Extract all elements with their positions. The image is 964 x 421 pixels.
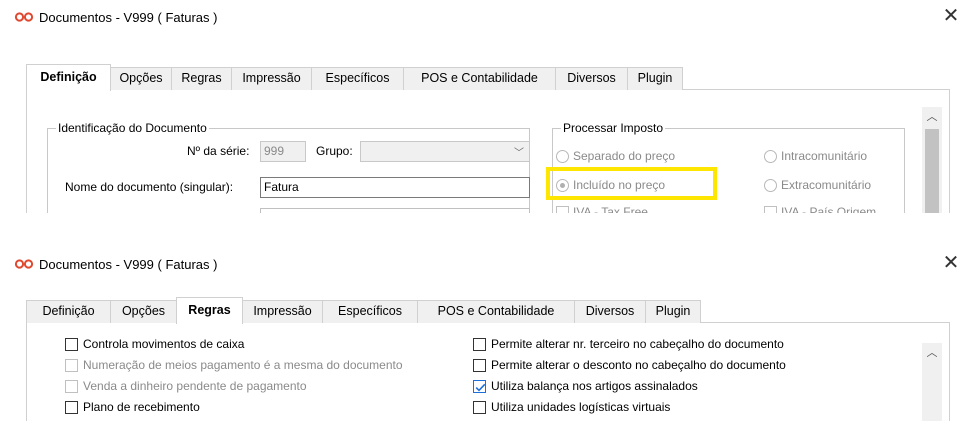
highlight-box [546, 167, 717, 200]
plano-recebimento-checkbox[interactable] [65, 401, 78, 414]
iva-tax-free-checkbox[interactable] [556, 206, 569, 213]
tab-pos-contabilidade[interactable]: POS e Contabilidade [417, 300, 575, 323]
intracomunitario-radio[interactable] [764, 150, 777, 163]
window-title: Documentos - V999 ( Faturas ) [39, 257, 218, 272]
infinity-icon [14, 259, 34, 269]
tab-bar: Definição Opções Regras Impressão Especí… [26, 64, 950, 91]
venda-dinheiro-pendente-label: Venda a dinheiro pendente de pagamento [83, 379, 307, 393]
documentos-window-definicao: Documentos - V999 ( Faturas ) ✕ Definiçã… [0, 0, 964, 213]
tab-especificos[interactable]: Específicos [322, 300, 418, 323]
title-bar: Documentos - V999 ( Faturas ) ✕ [0, 237, 964, 273]
grupo-select[interactable]: ﹀ [360, 141, 530, 162]
controla-movimentos-caixa-label: Controla movimentos de caixa [83, 337, 245, 351]
grupo-label: Grupo: [316, 144, 353, 158]
extracomunitario-radio[interactable] [764, 179, 777, 192]
separado-preco-label: Separado do preço [573, 149, 676, 163]
permite-alterar-terceiro-label: Permite alterar nr. terceiro no cabeçalh… [491, 337, 784, 351]
iva-tax-free-label: IVA - Tax Free [573, 205, 648, 213]
separado-preco-radio[interactable] [556, 150, 569, 163]
tab-pos-contabilidade[interactable]: POS e Contabilidade [403, 67, 556, 90]
controla-movimentos-caixa-checkbox[interactable] [65, 338, 78, 351]
iva-pais-origem-checkbox[interactable] [764, 206, 777, 213]
permite-alterar-terceiro-checkbox[interactable] [473, 338, 486, 351]
tab-diversos[interactable]: Diversos [555, 67, 628, 90]
utiliza-unidades-logisticas-label: Utiliza unidades logísticas virtuais [491, 400, 671, 414]
scroll-thumb[interactable] [925, 129, 939, 213]
tab-plugin[interactable]: Plugin [645, 300, 701, 323]
checkmark-icon [475, 383, 486, 392]
identificacao-legend: Identificação do Documento [56, 121, 209, 135]
utiliza-balanca-label: Utiliza balança nos artigos assinalados [491, 379, 698, 393]
utiliza-unidades-logisticas-checkbox[interactable] [473, 401, 486, 414]
documentos-window-regras: Documentos - V999 ( Faturas ) ✕ Definiçã… [0, 237, 964, 421]
tab-bar: Definição Opções Regras Impressão Especí… [26, 297, 950, 324]
tab-definicao[interactable]: Definição [26, 300, 111, 323]
close-icon[interactable]: ✕ [942, 251, 960, 273]
tab-definicao[interactable]: Definição [26, 64, 111, 91]
tab-regras[interactable]: Regras [176, 297, 243, 324]
venda-dinheiro-pendente-checkbox[interactable] [65, 380, 78, 393]
tab-opcoes[interactable]: Opções [110, 67, 172, 90]
tab-opcoes[interactable]: Opções [110, 300, 177, 323]
tab-content: Identificação do Documento Nº da série: … [26, 90, 950, 213]
vertical-scrollbar[interactable]: ︿ [922, 107, 942, 213]
chevron-down-icon: ﹀ [514, 148, 524, 159]
vertical-scrollbar[interactable]: ︿ [922, 343, 942, 421]
tab-impressao[interactable]: Impressão [231, 67, 312, 90]
tab-content: Controla movimentos de caixa Numeração d… [26, 323, 950, 421]
tab-impressao[interactable]: Impressão [242, 300, 323, 323]
numeracao-meios-pagamento-label: Numeração de meios pagamento é a mesma d… [83, 358, 403, 372]
extracomunitario-label: Extracomunitário [781, 178, 872, 192]
serie-input[interactable]: 999 [260, 141, 306, 162]
nome-documento-plural-input[interactable] [260, 208, 530, 213]
iva-pais-origem-label: IVA - País Origem [781, 205, 877, 213]
serie-label: Nº da série: [187, 144, 250, 158]
scroll-up-icon[interactable]: ︿ [922, 343, 942, 363]
tab-diversos[interactable]: Diversos [574, 300, 646, 323]
tab-regras[interactable]: Regras [171, 67, 232, 90]
title-bar: Documentos - V999 ( Faturas ) ✕ [0, 0, 964, 36]
close-icon[interactable]: ✕ [942, 4, 960, 26]
intracomunitario-label: Intracomunitário [781, 149, 868, 163]
tab-plugin[interactable]: Plugin [627, 67, 683, 90]
utiliza-balanca-checkbox[interactable] [473, 380, 486, 393]
tab-especificos[interactable]: Específicos [311, 67, 404, 90]
numeracao-meios-pagamento-checkbox[interactable] [65, 359, 78, 372]
plano-recebimento-label: Plano de recebimento [83, 400, 200, 414]
scroll-up-icon[interactable]: ︿ [922, 107, 942, 127]
permite-alterar-desconto-checkbox[interactable] [473, 359, 486, 372]
permite-alterar-desconto-label: Permite alterar o desconto no cabeçalho … [491, 358, 786, 372]
infinity-icon [14, 12, 34, 22]
nome-documento-input[interactable]: Fatura [260, 177, 530, 198]
window-title: Documentos - V999 ( Faturas ) [39, 10, 218, 25]
nome-label: Nome do documento (singular): [65, 180, 234, 194]
processar-imposto-legend: Processar Imposto [561, 121, 666, 135]
